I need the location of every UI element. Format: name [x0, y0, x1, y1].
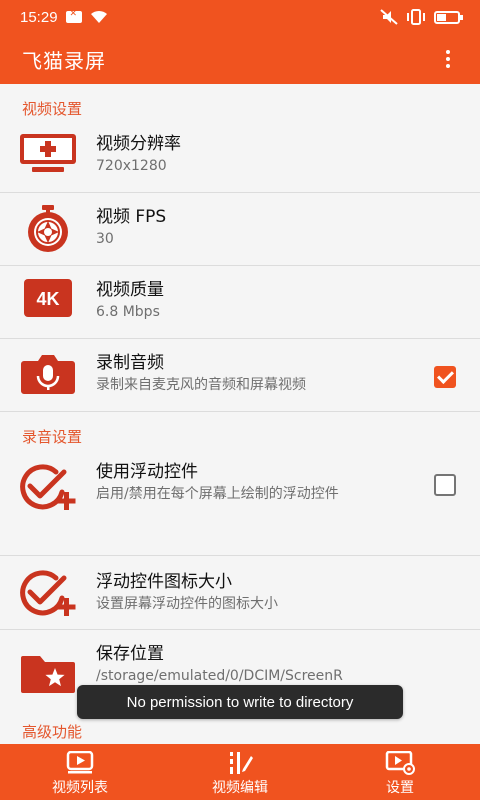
svg-text:4K: 4K — [36, 289, 59, 309]
section-header-video: 视频设置 — [22, 100, 83, 118]
setting-video-resolution[interactable]: 视频分辨率 720x1280 — [0, 120, 480, 193]
setting-video-quality[interactable]: 4K 视频质量 6.8 Mbps — [0, 266, 480, 339]
nav-settings[interactable]: 设置 — [320, 744, 480, 800]
setting-description: 录制来自麦克风的音频和屏幕视频 — [96, 377, 306, 393]
bottom-nav: 视频列表 视频编辑 设置 — [0, 744, 480, 800]
battery-icon — [434, 10, 463, 24]
status-bar: 15:29 — [0, 0, 480, 34]
setting-title: 浮动控件图标大小 — [96, 572, 232, 592]
settings-list[interactable]: 视频设置 视频分辨率 720x1280 视频 FPS 30 4K 视频质量 6.… — [0, 84, 480, 744]
setting-title: 保存位置 — [96, 644, 164, 664]
setting-title: 视频质量 — [96, 280, 164, 300]
setting-value: 30 — [96, 231, 114, 247]
nav-label: 视频编辑 — [212, 780, 268, 796]
record-audio-checkbox[interactable] — [434, 366, 456, 388]
folder-star-icon — [21, 656, 75, 693]
wifi-icon — [90, 10, 107, 23]
setting-record-audio[interactable]: 录制音频 录制来自麦克风的音频和屏幕视频 — [0, 339, 480, 412]
status-time: 15:29 — [20, 8, 58, 26]
setting-title: 录制音频 — [96, 353, 164, 373]
setting-description: 设置屏幕浮动控件的图标大小 — [96, 596, 278, 612]
setting-floating-icon-size[interactable]: 浮动控件图标大小 设置屏幕浮动控件的图标大小 — [0, 556, 480, 630]
settings-icon — [385, 751, 415, 775]
notification-icon — [65, 9, 82, 23]
toast-message: No permission to write to directory — [77, 685, 403, 719]
check-add-icon — [20, 464, 76, 510]
setting-floating-controls[interactable]: 使用浮动控件 启用/禁用在每个屏幕上绘制的浮动控件 — [0, 448, 480, 556]
app-bar: 飞猫录屏 — [0, 34, 480, 84]
nav-label: 设置 — [386, 780, 414, 796]
more-options-icon[interactable] — [438, 47, 458, 71]
setting-description: 启用/禁用在每个屏幕上绘制的浮动控件 — [96, 486, 339, 502]
setting-title: 使用浮动控件 — [96, 462, 198, 482]
resolution-monitor-icon — [20, 134, 76, 172]
nav-video-edit[interactable]: 视频编辑 — [160, 744, 320, 800]
section-header-advanced: 高级功能 — [22, 723, 83, 741]
section-header-audio: 录音设置 — [22, 428, 83, 446]
setting-title: 视频 FPS — [96, 207, 167, 227]
floating-controls-checkbox[interactable] — [434, 474, 456, 496]
mute-icon — [380, 9, 398, 25]
stopwatch-icon — [28, 205, 68, 252]
setting-title: 视频分辨率 — [96, 134, 181, 154]
4k-quality-icon: 4K — [24, 279, 72, 317]
vibrate-icon — [407, 9, 425, 25]
video-edit-icon — [230, 752, 253, 774]
microphone-icon — [21, 355, 75, 394]
video-list-icon — [66, 751, 94, 774]
setting-value: 6.8 Mbps — [96, 304, 160, 320]
nav-label: 视频列表 — [52, 780, 108, 796]
setting-value: 720x1280 — [96, 158, 167, 174]
app-title: 飞猫录屏 — [22, 48, 106, 73]
check-add-icon — [20, 570, 76, 616]
setting-video-fps[interactable]: 视频 FPS 30 — [0, 193, 480, 266]
nav-video-list[interactable]: 视频列表 — [0, 744, 160, 800]
